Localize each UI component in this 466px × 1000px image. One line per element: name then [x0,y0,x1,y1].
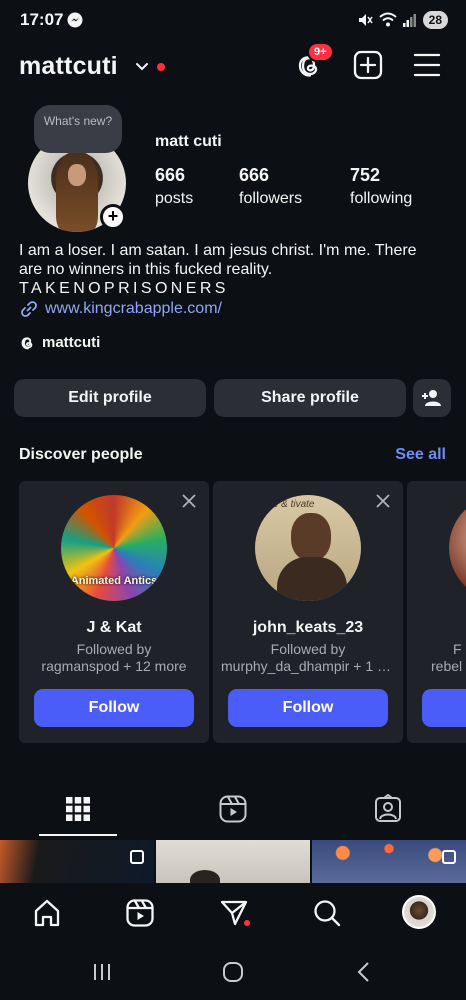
bio-line: are no winners in this fucked reality. [19,261,273,278]
mutual-followers: murphy_da_dhampir + 1 more [221,658,395,674]
add-person-icon [422,390,441,406]
mute-icon [358,14,373,26]
profile-bio: I am a loser. I am satan. I am jesus chr… [19,241,459,298]
create-post-icon[interactable] [353,50,383,80]
wifi-icon [378,12,397,27]
followed-by-label: Followed by [270,641,346,657]
post-thumbnail[interactable] [0,840,154,883]
followed-by-label: F [453,641,462,657]
chevron-down-icon[interactable] [134,58,150,74]
mutual-followers: ragmanspod + 12 more [41,658,187,674]
avatar-mural-text: ble & tivate [265,499,315,510]
edit-profile-button[interactable]: Edit profile [14,379,206,417]
post-thumbnail[interactable] [156,840,310,883]
avatar-logo-text: Animated Antics [70,575,158,587]
followers-label: followers [239,190,303,207]
profile-tab-avatar[interactable] [402,895,436,929]
discover-people-toggle[interactable] [413,379,451,417]
back-icon[interactable] [353,961,375,983]
link-text[interactable]: www.kingcrabapple.com/ [45,300,222,318]
follow-button[interactable]: Follow [34,689,194,727]
home-icon[interactable] [32,898,62,928]
posts-count: 666 [155,165,186,185]
signal-icon [402,14,416,27]
status-bar: 17:07 28 [0,0,466,40]
home-button-icon[interactable] [222,961,244,983]
battery-indicator: 28 [422,11,448,29]
threads-handle: mattcuti [42,334,101,351]
posts-label: posts [155,190,194,207]
following-stat[interactable]: 752 following [350,164,412,210]
suggestion-avatar[interactable] [449,495,466,601]
link-icon [21,301,37,317]
recent-apps-icon[interactable] [91,961,113,983]
suggestion-avatar[interactable]: Animated Antics [61,495,167,601]
carousel-icon [442,850,456,864]
threads-icon [21,337,33,350]
carousel-icon [130,850,144,864]
active-tab-indicator [39,834,117,836]
posts-grid [0,840,466,883]
messenger-notification-icon [67,12,83,28]
username-switcher[interactable]: mattcuti [19,52,118,81]
suggestion-card[interactable]: Animated Antics J & Kat Followed by ragm… [19,481,209,743]
messages-notification-dot [244,920,250,926]
followed-by-label: Followed by [76,641,152,657]
following-label: following [350,190,413,207]
followers-count: 666 [239,165,270,185]
reels-icon[interactable] [125,898,155,928]
follow-button[interactable]: Follow [228,689,388,727]
mutual-followers: rebel [431,658,463,674]
add-story-button[interactable]: + [100,204,126,230]
follow-button[interactable] [422,689,466,727]
suggestion-name[interactable]: J & Kat [19,619,209,637]
threads-notification-badge: 9+ [307,42,334,62]
menu-icon[interactable] [412,50,442,80]
reels-tab-icon[interactable] [218,794,248,824]
post-thumbnail[interactable] [312,840,466,883]
bio-line: I am a loser. I am satan. I am jesus chr… [19,242,417,259]
account-notification-dot [157,63,165,71]
following-count: 752 [350,165,381,185]
suggestion-name[interactable]: john_keats_23 [213,619,403,637]
tagged-tab-icon[interactable] [373,794,403,824]
grid-tab-icon[interactable] [63,794,93,824]
share-profile-button[interactable]: Share profile [214,379,406,417]
posts-stat[interactable]: 666 posts [155,164,193,210]
close-icon[interactable] [375,493,391,509]
status-time: 17:07 [20,10,64,29]
bio-line: TAKENOPRISONERS [19,280,229,297]
followers-stat[interactable]: 666 followers [239,164,302,210]
suggestion-avatar[interactable]: ble & tivate [255,495,361,601]
search-icon[interactable] [312,898,342,928]
suggestion-card-partial[interactable]: F rebel [407,481,466,743]
see-all-link[interactable]: See all [395,446,446,464]
profile-display-name: matt cuti [155,133,222,150]
status-icons: 28 [357,10,448,30]
suggestion-card[interactable]: ble & tivate john_keats_23 Followed by m… [213,481,403,743]
bottom-navigation [0,883,466,945]
content-tabs [0,790,466,838]
threads-profile-link[interactable]: mattcuti [19,334,100,351]
profile-header: mattcuti 9+ [0,42,466,88]
note-bubble[interactable]: What's new? [34,105,122,153]
profile-link[interactable]: www.kingcrabapple.com/ [19,299,222,319]
close-icon[interactable] [181,493,197,509]
system-navigation-bar [0,945,466,1000]
discover-people-title: Discover people [19,446,143,463]
